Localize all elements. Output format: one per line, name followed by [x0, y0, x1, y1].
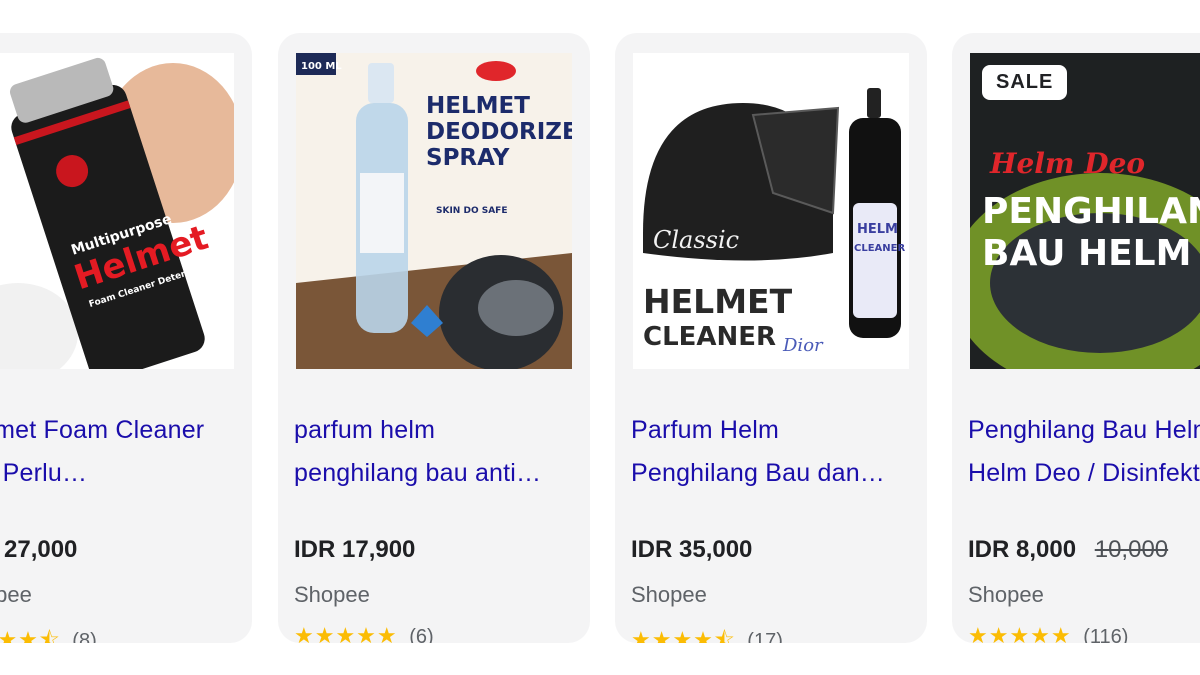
svg-text:SKIN DO SAFE: SKIN DO SAFE [436, 206, 507, 216]
helm-deo-image: Helm Deo PENGHILANG BAU HELM [970, 53, 1200, 369]
svg-text:Classic: Classic [653, 226, 739, 254]
merchant-name: Shopee [0, 582, 32, 607]
helmet-cleaner-dior-image: Classic HELMET CLEANER Dior HELM CLEANER [633, 53, 909, 369]
sale-badge: SALE [982, 65, 1068, 100]
star-rating-icon: ★★★★★ [968, 623, 1072, 643]
title-line-1: Helmet Foam Cleaner [0, 416, 205, 444]
product-title-link[interactable]: Helmet Foam Cleaner Tak Perlu… [0, 409, 224, 495]
price-row: IDR 27,000 [0, 536, 77, 564]
original-price: 10,000 [1094, 536, 1169, 563]
svg-text:Helm Deo: Helm Deo [989, 147, 1145, 180]
foam-cleaner-can-image: Multipurpose Helmet Foam Cleaner Deterje… [0, 53, 234, 369]
price: IDR 8,000 [968, 536, 1077, 563]
rating: ★★★★★ (6) [294, 623, 434, 643]
product-image[interactable]: Multipurpose Helmet Foam Cleaner Deterje… [0, 53, 234, 369]
svg-text:DEODORIZER: DEODORIZER [426, 119, 572, 145]
deodorizer-spray-image: 100 ML HELMET DEODORIZER SPRAY SKIN DO S… [296, 53, 572, 369]
shopping-results-carousel: Multipurpose Helmet Foam Cleaner Deterje… [0, 0, 1200, 675]
svg-text:BAU HELM: BAU HELM [982, 233, 1191, 274]
price-row: IDR 35,000 [631, 536, 752, 564]
rating: ★★★★⯪ (8) [0, 623, 97, 643]
price: IDR 35,000 [631, 536, 753, 563]
title-line-2: penghilang bau anti… [294, 459, 542, 487]
rating: ★★★★⯪ (17) [631, 623, 783, 643]
merchant-name: Shopee [294, 582, 370, 607]
svg-text:CLEANER: CLEANER [854, 243, 905, 254]
star-rating-icon: ★★★★★ [294, 623, 398, 643]
review-count: (6) [409, 626, 434, 643]
product-title-link[interactable]: parfum helm penghilang bau anti… [294, 409, 562, 495]
review-count: (116) [1083, 626, 1129, 643]
svg-text:Dior: Dior [782, 335, 824, 356]
merchant-name: Shopee [631, 582, 707, 607]
product-card-parfum-helm[interactable]: 100 ML HELMET DEODORIZER SPRAY SKIN DO S… [278, 33, 590, 643]
rating: ★★★★★ (116) [968, 623, 1128, 643]
product-card-penghilang-bau-helm[interactable]: Helm Deo PENGHILANG BAU HELM SALE Penghi… [952, 33, 1200, 643]
title-line-2: Tak Perlu… [0, 459, 88, 487]
product-image[interactable]: Helm Deo PENGHILANG BAU HELM SALE [970, 53, 1200, 369]
title-line-2: Penghilang Bau dan… [631, 459, 885, 487]
svg-text:HELMET: HELMET [643, 282, 793, 321]
product-title-link[interactable]: Parfum Helm Penghilang Bau dan… [631, 409, 899, 495]
product-card-parfum-helm-dior[interactable]: Classic HELMET CLEANER Dior HELM CLEANER… [615, 33, 927, 643]
svg-text:HELMET: HELMET [426, 93, 530, 119]
review-count: (17) [747, 630, 783, 643]
title-line-1: Parfum Helm [631, 416, 780, 444]
price-row: IDR 8,000 10,000 [968, 536, 1168, 564]
svg-text:HELM: HELM [857, 222, 898, 237]
svg-text:SPRAY: SPRAY [426, 145, 510, 171]
title-line-1: Penghilang Bau Helm [968, 416, 1200, 444]
product-card-helmet-foam-cleaner[interactable]: Multipurpose Helmet Foam Cleaner Deterje… [0, 33, 252, 643]
price: IDR 17,900 [294, 536, 416, 563]
title-line-2: Helm Deo / Disinfektan [968, 459, 1200, 487]
product-title-link[interactable]: Penghilang Bau Helm Helm Deo / Disinfekt… [968, 409, 1200, 495]
star-rating-icon: ★★★★⯪ [631, 627, 736, 643]
svg-text:100 ML: 100 ML [301, 61, 342, 72]
svg-text:CLEANER: CLEANER [643, 322, 776, 352]
merchant-name: Shopee [968, 582, 1044, 607]
product-image[interactable]: Classic HELMET CLEANER Dior HELM CLEANER [633, 53, 909, 369]
svg-text:PENGHILANG: PENGHILANG [982, 191, 1200, 232]
price-row: IDR 17,900 [294, 536, 415, 564]
price: IDR 27,000 [0, 536, 78, 563]
review-count: (8) [72, 630, 97, 643]
star-rating-icon: ★★★★⯪ [0, 627, 61, 643]
title-line-1: parfum helm [294, 416, 436, 444]
product-image[interactable]: 100 ML HELMET DEODORIZER SPRAY SKIN DO S… [296, 53, 572, 369]
